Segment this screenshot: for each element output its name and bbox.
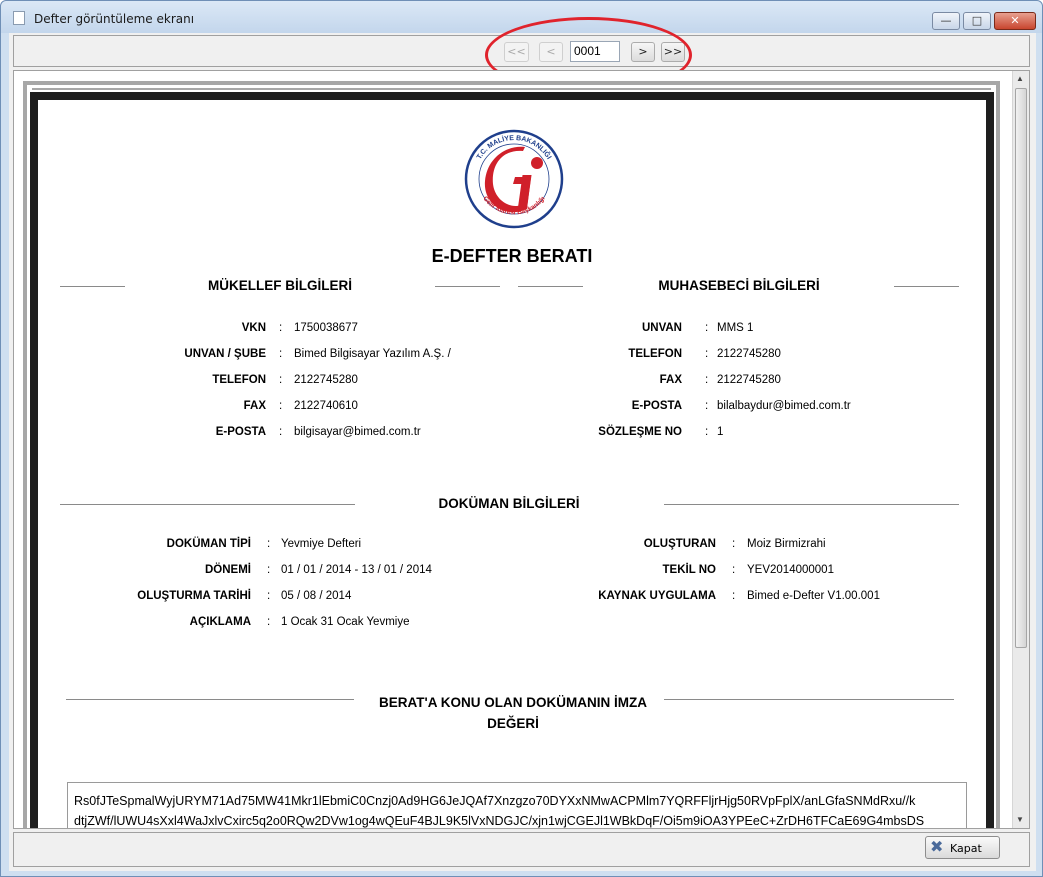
- field-label: OLUŞTURMA TARİHİ: [137, 590, 251, 602]
- field-value: Moiz Birmizrahi: [747, 538, 826, 550]
- dokuman-heading: DOKÜMAN BİLGİLERİ: [438, 496, 580, 511]
- field-label: E-POSTA: [631, 400, 682, 412]
- field-label: UNVAN: [641, 322, 682, 334]
- field-value: 1 Ocak 31 Ocak Yevmiye: [281, 616, 410, 628]
- field-value: 01 / 01 / 2014 - 13 / 01 / 2014: [281, 564, 432, 576]
- field-value: 2122745280: [717, 348, 781, 360]
- field-label: SÖZLEŞME NO: [598, 426, 682, 438]
- field-label: TELEFON: [212, 374, 266, 386]
- page-navigation-bar: << < 0001 > >>: [13, 17, 1030, 93]
- scroll-down-icon[interactable]: ▼: [1016, 815, 1024, 824]
- imza-heading: BERAT'A KONU OLAN DOKÜMANIN İMZA DEĞERİ: [358, 692, 668, 734]
- field-value: Bimed Bilgisayar Yazılım A.Ş. /: [294, 348, 451, 360]
- window-title: Defter görüntüleme ekranı: [34, 12, 195, 26]
- window-icon: [13, 11, 25, 25]
- field-label: DOKÜMAN TİPİ: [166, 538, 251, 550]
- scroll-thumb[interactable]: [1015, 88, 1027, 648]
- maximize-icon: □: [971, 14, 983, 27]
- kapat-button[interactable]: ✖ Kapat: [925, 836, 1000, 859]
- maximize-button[interactable]: □: [963, 12, 991, 30]
- field-value: MMS 1: [717, 322, 754, 334]
- first-page-button[interactable]: <<: [504, 42, 529, 62]
- document-viewer[interactable]: T.C. MALİYE BAKANLIĞI Gelir İdaresi Başk…: [13, 70, 1030, 829]
- imza-heading-line2: DEĞERİ: [487, 716, 539, 731]
- signature-value-box: Rs0fJTeSpmalWyjURYM71Ad75MW41Mkr1lEbmiC0…: [67, 782, 967, 828]
- scroll-up-icon[interactable]: ▲: [1016, 74, 1024, 83]
- app-window: Defter görüntüleme ekranı — □ ✕ << < 000…: [0, 0, 1043, 877]
- imza-heading-line1: BERAT'A KONU OLAN DOKÜMANIN İMZA: [379, 695, 647, 710]
- previous-page-button[interactable]: <: [539, 42, 563, 62]
- field-label: DÖNEMİ: [205, 564, 251, 576]
- mukellef-heading: MÜKELLEF BİLGİLERİ: [208, 278, 352, 293]
- field-value: YEV2014000001: [747, 564, 834, 576]
- kapat-label: Kapat: [950, 842, 982, 855]
- field-label: OLUŞTURAN: [643, 538, 716, 550]
- document-page: T.C. MALİYE BAKANLIĞI Gelir İdaresi Başk…: [30, 92, 994, 828]
- page-number-input[interactable]: 0001: [570, 41, 620, 62]
- field-value: bilgisayar@bimed.com.tr: [294, 426, 421, 438]
- field-value: 1750038677: [294, 322, 358, 334]
- field-label: E-POSTA: [215, 426, 266, 438]
- footer-bar: ✖ Kapat: [13, 832, 1030, 867]
- close-x-icon: ✖: [930, 837, 944, 856]
- minimize-icon: —: [940, 14, 952, 27]
- last-page-button[interactable]: >>: [661, 42, 685, 62]
- field-value: bilalbaydur@bimed.com.tr: [717, 400, 851, 412]
- close-icon: ✕: [1010, 14, 1020, 27]
- document-title: E-DEFTER BERATI: [431, 246, 593, 266]
- field-value: 1: [717, 426, 724, 438]
- field-label: FAX: [243, 400, 266, 412]
- field-label: UNVAN / ŞUBE: [184, 348, 266, 360]
- signature-line: dtjZWf/lUWU4sXxl4WaJxlvCxirc5q2o0RQw2DVw…: [74, 814, 925, 828]
- field-value: 2122745280: [294, 374, 358, 386]
- field-value: 05 / 08 / 2014: [281, 590, 352, 602]
- title-bar[interactable]: Defter görüntüleme ekranı — □ ✕: [1, 1, 1042, 33]
- minimize-button[interactable]: —: [932, 12, 960, 30]
- client-area: << < 0001 > >> T.C. MALİYE BAKANLIĞI Gel…: [9, 17, 1036, 871]
- muhasebeci-heading: MUHASEBECİ BİLGİLERİ: [658, 278, 820, 293]
- close-window-button[interactable]: ✕: [994, 12, 1036, 30]
- vertical-scrollbar[interactable]: ▲ ▼: [1012, 71, 1029, 828]
- field-value: Bimed e-Defter V1.00.001: [747, 590, 880, 602]
- gib-logo: T.C. MALİYE BAKANLIĞI Gelir İdaresi Başk…: [464, 129, 564, 229]
- field-label: VKN: [241, 322, 266, 334]
- field-value: 2122740610: [294, 400, 358, 412]
- field-label: TEKİL NO: [662, 564, 716, 576]
- signature-line: Rs0fJTeSpmalWyjURYM71Ad75MW41Mkr1lEbmiC0…: [74, 794, 916, 808]
- field-label: FAX: [659, 374, 682, 386]
- field-label: TELEFON: [628, 348, 682, 360]
- field-value: Yevmiye Defteri: [281, 538, 362, 550]
- field-value: 2122745280: [717, 374, 781, 386]
- field-label: AÇIKLAMA: [189, 616, 251, 628]
- field-label: KAYNAK UYGULAMA: [598, 590, 716, 602]
- next-page-button[interactable]: >: [631, 42, 655, 62]
